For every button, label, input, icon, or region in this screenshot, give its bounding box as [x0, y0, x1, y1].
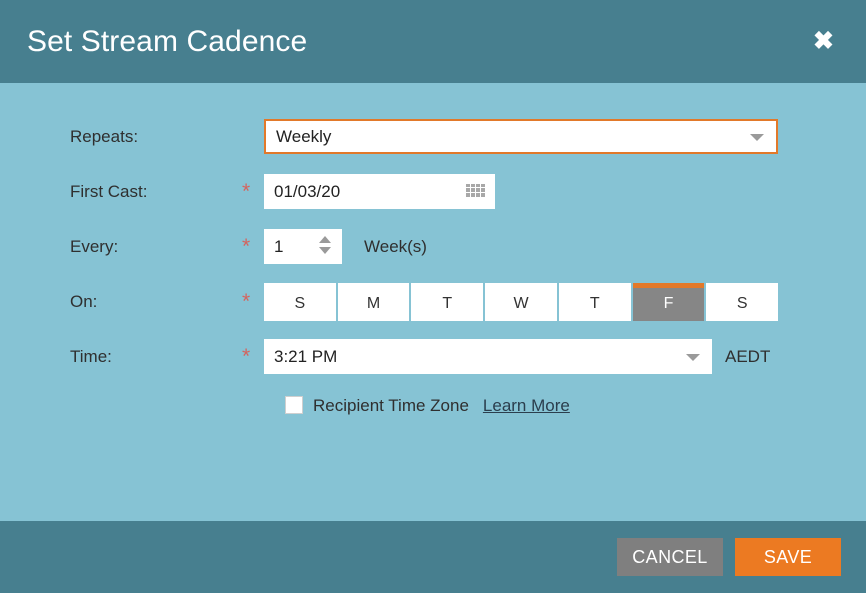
stepper-up-icon[interactable]: [319, 235, 331, 243]
time-select[interactable]: 3:21 PM: [264, 339, 712, 374]
every-control: 1 Week(s): [264, 229, 427, 264]
repeats-control: Weekly: [264, 119, 778, 154]
on-label: On:: [70, 292, 98, 311]
time-required-marker: *: [242, 345, 251, 368]
every-required-marker: *: [242, 235, 251, 258]
first-cast-input[interactable]: 01/03/20: [264, 174, 495, 209]
day-button-wednesday[interactable]: W: [485, 282, 557, 321]
day-button-monday[interactable]: M: [337, 282, 410, 321]
time-value: 3:21 PM: [274, 347, 338, 366]
day-button-sunday[interactable]: S: [264, 282, 336, 321]
stepper-down-icon[interactable]: [319, 246, 331, 254]
first-cast-control: 01/03/20: [264, 174, 495, 209]
every-label: Every:: [70, 237, 119, 256]
repeats-select[interactable]: Weekly: [264, 119, 778, 154]
chevron-down-icon: [686, 353, 700, 361]
dialog-footer: CANCEL SAVE: [0, 521, 866, 593]
day-button-friday[interactable]: F: [632, 282, 705, 321]
time-control: 3:21 PM AEDT: [264, 339, 770, 374]
day-of-week-picker: S M T W T F S: [264, 282, 779, 321]
recipient-time-zone-row: Recipient Time Zone Learn More: [0, 396, 866, 414]
chevron-down-icon: [750, 133, 764, 141]
dialog-body: Repeats: Weekly First Cast: * 01/03/20 E…: [0, 83, 866, 521]
close-icon[interactable]: ✖: [807, 25, 840, 58]
recipient-time-zone-checkbox[interactable]: [285, 396, 303, 414]
form-row-every: Every: * 1 Week(s): [0, 219, 866, 274]
cancel-button[interactable]: CANCEL: [617, 538, 723, 576]
stepper-arrows[interactable]: [319, 235, 331, 254]
timezone-label: AEDT: [725, 347, 771, 366]
every-unit-label: Week(s): [364, 237, 427, 256]
calendar-icon[interactable]: [466, 182, 485, 201]
repeats-value: Weekly: [276, 127, 332, 146]
first-cast-label: First Cast:: [70, 182, 148, 201]
form-row-repeats: Repeats: Weekly: [0, 109, 866, 164]
form-row-time: Time: * 3:21 PM AEDT: [0, 329, 866, 384]
recipient-time-zone-label: Recipient Time Zone: [313, 395, 469, 415]
form-row-on: On: * S M T W T F S: [0, 274, 866, 329]
day-button-tuesday[interactable]: T: [411, 282, 484, 321]
save-button[interactable]: SAVE: [735, 538, 841, 576]
form-row-first-cast: First Cast: * 01/03/20: [0, 164, 866, 219]
learn-more-link[interactable]: Learn More: [483, 397, 570, 414]
on-required-marker: *: [242, 290, 251, 313]
day-button-thursday[interactable]: T: [558, 282, 631, 321]
first-cast-value: 01/03/20: [274, 182, 341, 201]
dialog-header: Set Stream Cadence ✖: [0, 0, 866, 83]
quantity-stepper[interactable]: 1: [264, 229, 342, 264]
page-title: Set Stream Cadence: [27, 24, 308, 58]
time-label: Time:: [70, 347, 112, 366]
set-stream-cadence-dialog: Set Stream Cadence ✖ Repeats: Weekly Fir…: [0, 0, 866, 593]
every-value: 1: [274, 237, 284, 256]
on-control: S M T W T F S: [264, 282, 779, 321]
day-button-saturday[interactable]: S: [706, 282, 779, 321]
repeats-label: Repeats:: [70, 127, 139, 146]
first-cast-required-marker: *: [242, 180, 251, 203]
